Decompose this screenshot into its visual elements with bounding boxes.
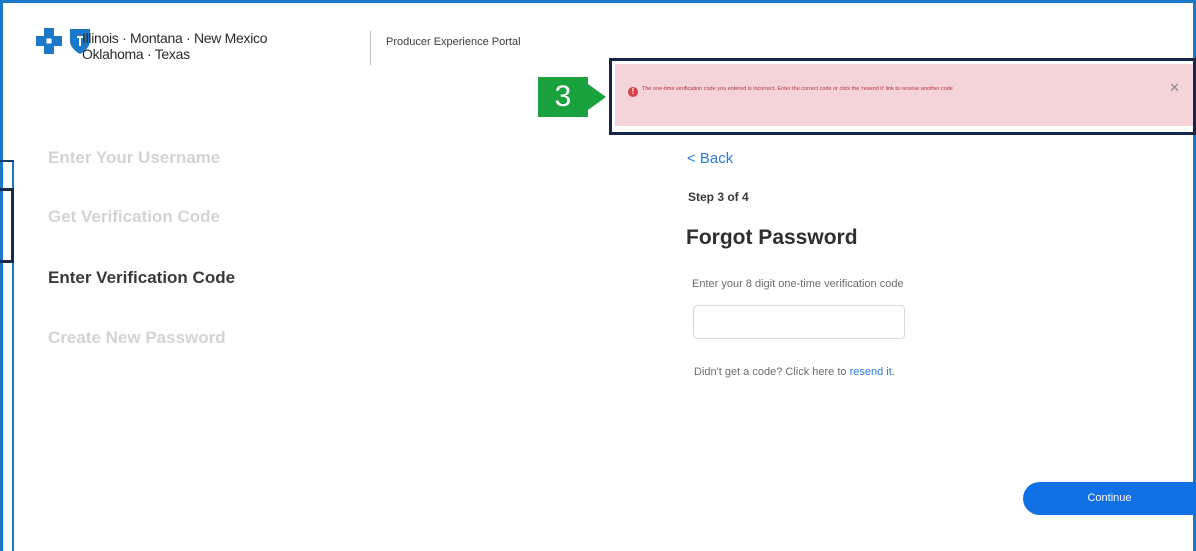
header-divider	[370, 31, 371, 65]
code-field-label: Enter your 8 digit one-time verification…	[692, 278, 904, 290]
step-item-enter-verification-code: Enter Verification Code	[48, 268, 236, 287]
portal-name: Producer Experience Portal	[386, 36, 521, 48]
error-alert: ! The one-time verification code you ent…	[615, 64, 1193, 126]
error-icon: !	[628, 87, 638, 97]
resend-prefix: Didn't get a code? Click here to	[694, 366, 850, 378]
brand-states-line1: Illinois · Montana · New Mexico	[82, 30, 268, 46]
alert-message: The one-time verification code you enter…	[642, 86, 953, 92]
step-item-create-new-password: Create New Password	[48, 328, 226, 347]
brand-text: Illinois · Montana · New Mexico Oklahoma…	[82, 30, 268, 62]
step-counter: Step 3 of 4	[688, 190, 749, 204]
step-item-enter-username: Enter Your Username	[48, 148, 221, 167]
callout-arrow-icon	[588, 84, 606, 110]
page-title: Forgot Password	[686, 226, 858, 249]
frame-stub	[0, 160, 14, 162]
callout-number-badge: 3	[538, 77, 588, 117]
continue-button[interactable]: Continue	[1023, 482, 1196, 515]
brand-states-line2: Oklahoma · Texas	[82, 46, 190, 62]
back-link[interactable]: < Back	[687, 150, 733, 167]
verification-code-input[interactable]	[693, 305, 905, 339]
blue-cross-icon	[36, 28, 62, 54]
step-item-get-verification-code: Get Verification Code	[48, 207, 220, 226]
highlight-stub	[0, 188, 14, 263]
resend-link[interactable]: resend it.	[850, 366, 895, 378]
resend-text: Didn't get a code? Click here to resend …	[694, 366, 895, 378]
close-icon[interactable]: ✕	[1169, 81, 1180, 94]
